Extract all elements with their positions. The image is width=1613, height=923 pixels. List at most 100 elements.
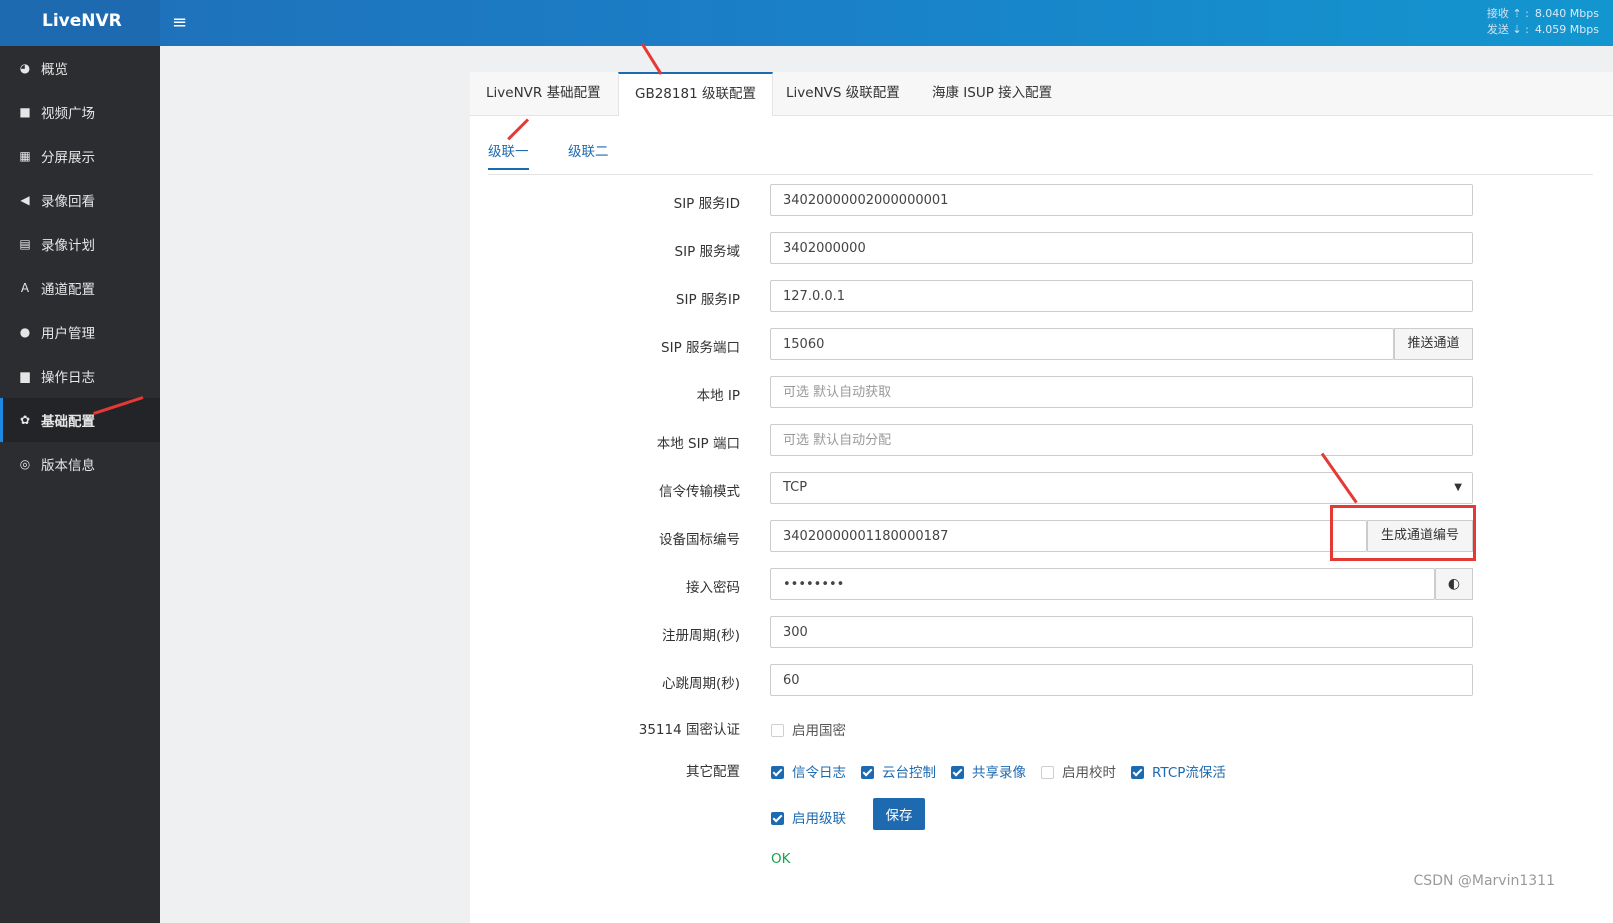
row-other-config: 其它配置 信令日志 云台控制 共享录像 启用校时 RTCP流保活	[470, 752, 1613, 786]
recv-label: 接收 ⇡ :	[1486, 7, 1529, 20]
gm-auth-option-label: 启用国密	[792, 723, 846, 739]
tab-livenvs-cascade[interactable]: LiveNVS 级联配置	[770, 72, 916, 115]
subtab-cascade-2[interactable]: 级联二	[568, 140, 609, 168]
annotation-arrow-tab	[640, 42, 663, 75]
device-id-input[interactable]	[770, 520, 1367, 552]
sidebar-item-label: 用户管理	[41, 326, 95, 342]
enable-cascade-label: 启用级联	[792, 811, 846, 827]
gm-auth-checkbox[interactable]: 启用国密	[771, 719, 846, 739]
transport-select[interactable]: TCP ▼	[770, 472, 1473, 504]
sidebar-item-version-info[interactable]: ◎ 版本信息	[0, 442, 160, 486]
sip-ip-label: SIP 服务IP	[675, 292, 740, 308]
row-sip-domain: SIP 服务域	[470, 232, 1613, 266]
password-label: 接入密码	[686, 580, 740, 596]
row-local-sip-port: 本地 SIP 端口	[470, 424, 1613, 458]
sidebar-item-label: 操作日志	[41, 370, 95, 386]
row-transport: 信令传输模式 TCP ▼	[470, 472, 1613, 506]
tab-livenvr-basic[interactable]: LiveNVR 基础配置	[470, 72, 617, 115]
checkbox-box	[1041, 766, 1054, 779]
grid-icon: ▦	[19, 149, 31, 163]
video-camera-icon: ■	[19, 105, 31, 119]
other-config-label: 其它配置	[686, 764, 740, 780]
app-logo[interactable]: LiveNVR	[42, 11, 122, 31]
checkbox-label: 云台控制	[882, 765, 936, 781]
sidebar-item-label: 视频广场	[41, 106, 95, 122]
sidebar-item-basic-config[interactable]: ✿ 基础配置	[0, 398, 160, 442]
checkbox-box	[951, 766, 964, 779]
sidebar-item-label: 概览	[41, 62, 68, 78]
push-channels-button[interactable]: 推送通道	[1394, 328, 1473, 360]
lifebuoy-icon: ◎	[19, 457, 31, 471]
sip-ip-input[interactable]	[770, 280, 1473, 312]
sidebar-item-playback[interactable]: ◀ 录像回看	[0, 178, 160, 222]
sidebar-item-video-square[interactable]: ■ 视频广场	[0, 90, 160, 134]
top-bar: LiveNVR ≡ 接收 ⇡ : 8.040 Mbps 发送 ⇣ : 4.059 M…	[0, 0, 1613, 46]
send-value: 4.059 Mbps	[1534, 23, 1599, 36]
local-ip-input[interactable]	[770, 376, 1473, 408]
backward-icon: ◀	[20, 193, 30, 207]
row-sip-port: SIP 服务端口 推送通道	[470, 328, 1613, 362]
users-icon: ●	[19, 325, 31, 339]
heartbeat-period-label: 心跳周期(秒)	[661, 676, 740, 692]
register-period-input[interactable]	[770, 616, 1473, 648]
row-gm-auth: 35114 国密认证 启用国密	[470, 710, 1613, 744]
sidebar-item-label: 通道配置	[41, 282, 95, 298]
sidebar-item-channel-config[interactable]: A 通道配置	[0, 266, 160, 310]
watermark: CSDN @Marvin1311	[1413, 873, 1555, 889]
sip-domain-label: SIP 服务域	[674, 244, 740, 260]
config-panel: LiveNVR 基础配置 GB28181 级联配置 LiveNVS 级联配置 海…	[470, 72, 1613, 923]
rtcp-keepalive-checkbox[interactable]: RTCP流保活	[1131, 761, 1226, 781]
network-stats: 接收 ⇡ : 8.040 Mbps 发送 ⇣ : 4.059 Mbps	[1487, 6, 1599, 38]
checkbox-label: 启用校时	[1062, 765, 1116, 781]
calendar-icon: ▤	[19, 237, 31, 251]
local-sip-port-input[interactable]	[770, 424, 1473, 456]
enable-cascade-checkbox[interactable]: 启用级联	[771, 807, 846, 827]
checkbox-box	[861, 766, 874, 779]
signaling-log-checkbox[interactable]: 信令日志	[771, 761, 846, 781]
channel-icon: A	[20, 281, 30, 295]
tab-gb28181-cascade[interactable]: GB28181 级联配置	[618, 72, 773, 116]
share-recording-checkbox[interactable]: 共享录像	[951, 761, 1026, 781]
checkbox-box	[1131, 766, 1144, 779]
sip-port-input[interactable]	[770, 328, 1394, 360]
subtab-cascade-1[interactable]: 级联一	[488, 140, 529, 170]
eye-slash-icon[interactable]: ◐	[1435, 568, 1473, 600]
dashboard-icon: ◕	[19, 61, 31, 75]
transport-label: 信令传输模式	[659, 484, 740, 500]
checkbox-box	[771, 766, 784, 779]
row-register-period: 注册周期(秒)	[470, 616, 1613, 650]
password-input[interactable]	[770, 568, 1435, 600]
sidebar-item-label: 基础配置	[41, 414, 95, 430]
row-actions: 启用级联 保存	[470, 798, 1613, 832]
sidebar-item-split-screen[interactable]: ▦ 分屏展示	[0, 134, 160, 178]
sip-domain-input[interactable]	[770, 232, 1473, 264]
sip-id-label: SIP 服务ID	[673, 196, 740, 212]
sidebar-item-label: 版本信息	[41, 458, 95, 474]
logo-area: LiveNVR	[0, 0, 160, 46]
checkbox-box	[771, 812, 784, 825]
register-period-label: 注册周期(秒)	[661, 628, 740, 644]
local-ip-label: 本地 IP	[696, 388, 740, 404]
cascade-subtabs: 级联一 级联二	[488, 130, 1593, 175]
save-button[interactable]: 保存	[873, 798, 925, 830]
ptz-control-checkbox[interactable]: 云台控制	[861, 761, 936, 781]
sidebar-item-label: 录像回看	[41, 194, 95, 210]
time-sync-checkbox[interactable]: 启用校时	[1041, 761, 1116, 781]
sidebar-item-overview[interactable]: ◕ 概览	[0, 46, 160, 90]
row-sip-id: SIP 服务ID	[470, 184, 1613, 218]
sidebar-item-user-management[interactable]: ● 用户管理	[0, 310, 160, 354]
sidebar-item-record-plan[interactable]: ▤ 录像计划	[0, 222, 160, 266]
file-icon: ▆	[20, 369, 30, 383]
highlight-box	[1330, 505, 1476, 561]
row-sip-ip: SIP 服务IP	[470, 280, 1613, 314]
device-id-label: 设备国标编号	[659, 532, 740, 548]
config-tabs: LiveNVR 基础配置 GB28181 级联配置 LiveNVS 级联配置 海…	[470, 72, 1613, 116]
sip-id-input[interactable]	[770, 184, 1473, 216]
menu-toggle-icon[interactable]: ≡	[172, 12, 187, 33]
checkbox-label: 信令日志	[792, 765, 846, 781]
tab-hikvision-isup[interactable]: 海康 ISUP 接入配置	[916, 72, 1068, 115]
heartbeat-period-input[interactable]	[770, 664, 1473, 696]
transport-selected-value: TCP	[783, 480, 808, 495]
chevron-down-icon: ▼	[1454, 482, 1462, 493]
sidebar-item-operation-log[interactable]: ▆ 操作日志	[0, 354, 160, 398]
